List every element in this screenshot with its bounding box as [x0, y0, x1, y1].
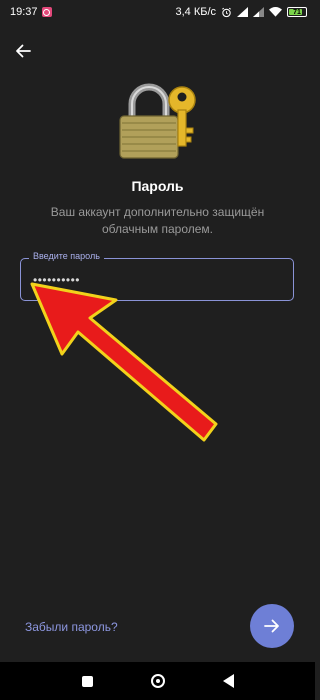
signal-icon-2: [253, 7, 264, 17]
back-button[interactable]: [12, 40, 34, 62]
status-right: 3,4 КБ/с 71: [175, 6, 307, 18]
system-navigation-bar: [0, 662, 315, 700]
wifi-icon: [269, 7, 282, 17]
forgot-password-link[interactable]: Забыли пароль?: [25, 620, 118, 634]
password-field[interactable]: Введите пароль ••••••••••: [20, 251, 294, 301]
status-bar: 19:37 3,4 КБ/с 71: [0, 0, 315, 24]
battery-icon: 71: [287, 7, 307, 17]
battery-percent: 71: [293, 8, 301, 16]
padlock-key-icon: [119, 83, 196, 159]
page-title: Пароль: [131, 178, 184, 194]
status-left: 19:37: [10, 6, 52, 18]
home-icon[interactable]: [150, 674, 165, 688]
page-subtitle: Ваш аккаунт дополнительно защищён облачн…: [50, 205, 265, 236]
status-time: 19:37: [10, 6, 38, 18]
recents-icon[interactable]: [81, 675, 93, 687]
network-speed: 3,4 КБ/с: [175, 6, 216, 18]
next-button[interactable]: [250, 604, 294, 648]
instagram-notification-icon: [41, 7, 52, 17]
password-input-value[interactable]: ••••••••••: [33, 273, 80, 287]
back-triangle-icon[interactable]: [222, 674, 234, 688]
signal-icon-1: [237, 7, 248, 17]
arrow-left-icon: [16, 44, 31, 58]
password-field-label: Введите пароль: [29, 251, 104, 261]
arrow-right-icon: [264, 619, 279, 633]
alarm-icon: [222, 7, 231, 17]
